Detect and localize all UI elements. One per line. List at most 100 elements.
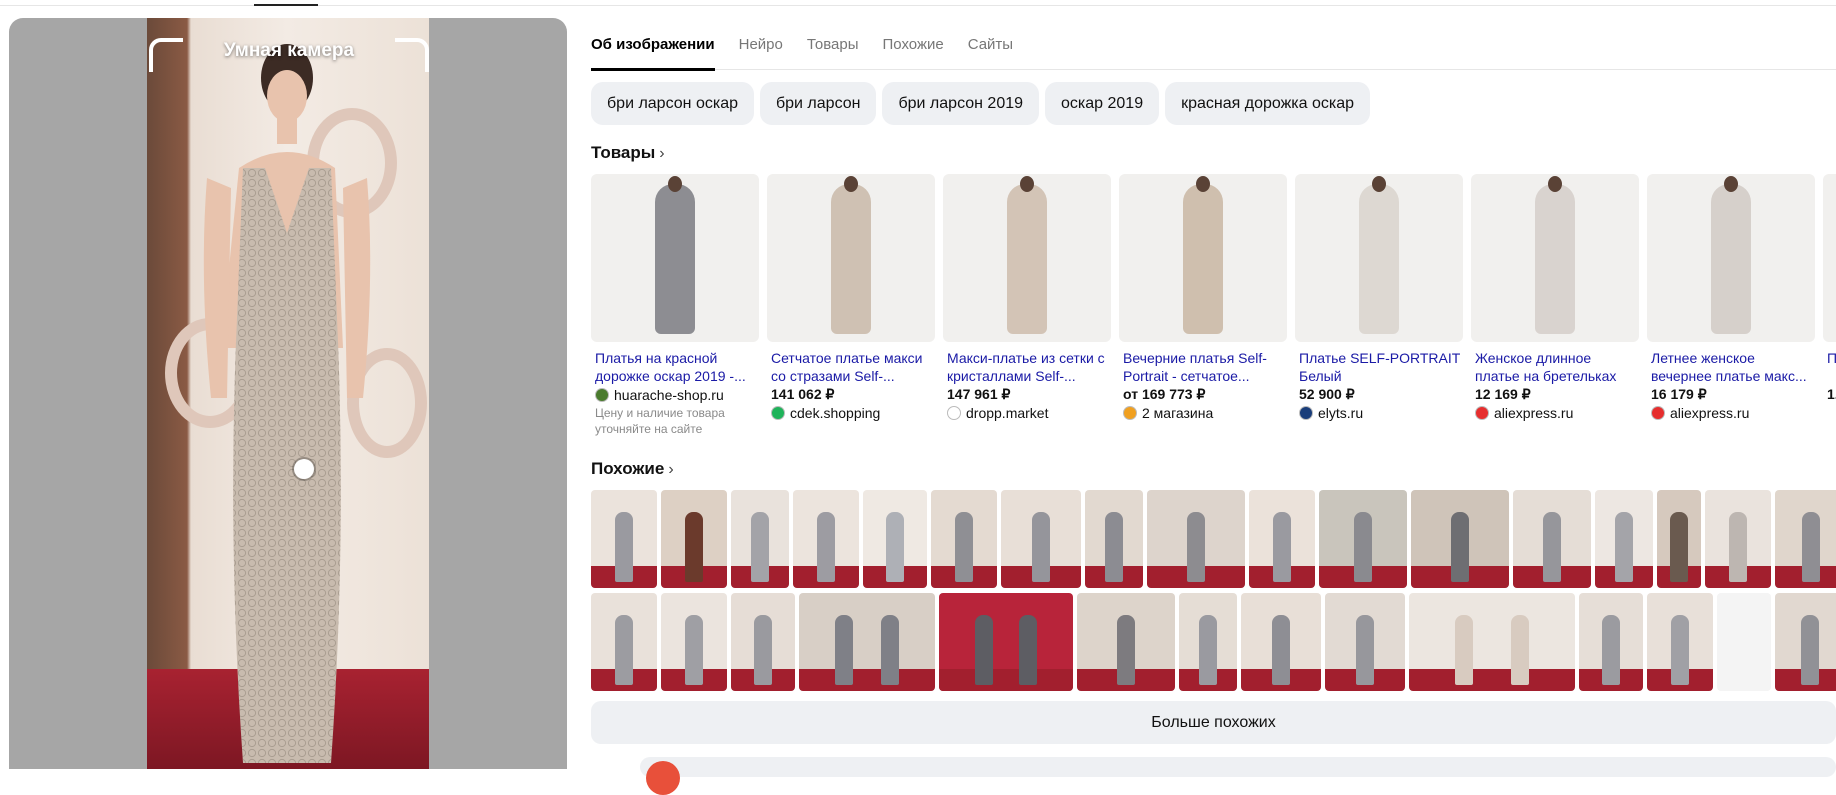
product-card[interactable]: П... п...1...	[1823, 174, 1836, 448]
product-name[interactable]: Платье SELF-PORTRAIT Белый	[1295, 349, 1463, 385]
product-shop[interactable]: huarache-shop.ru	[591, 385, 759, 405]
tab-about-image[interactable]: Об изображении	[591, 30, 727, 71]
image-viewer[interactable]: Умная камера	[9, 18, 567, 769]
product-model-head	[1724, 176, 1738, 192]
similar-image[interactable]	[1179, 593, 1237, 691]
product-name[interactable]: П... п...	[1823, 349, 1836, 385]
similar-image[interactable]	[1077, 593, 1175, 691]
product-dress-shape	[1359, 184, 1399, 334]
similar-image[interactable]	[1409, 593, 1575, 691]
similar-image-figure	[1117, 614, 1135, 686]
similar-image-figure	[835, 614, 854, 686]
product-card[interactable]: Платья на красной дорожке оскар 2019 -..…	[591, 174, 759, 448]
tab-similar[interactable]: Похожие	[882, 30, 955, 70]
product-image[interactable]	[1119, 174, 1287, 342]
product-card[interactable]: Летнее женское вечернее платье макс... 16…	[1647, 174, 1815, 448]
product-shop[interactable]: aliexpress.ru	[1471, 403, 1639, 423]
product-card[interactable]: Макси-платье из сетки с кристаллами Self…	[943, 174, 1111, 448]
tab-sites[interactable]: Сайты	[968, 30, 1025, 70]
tab-neuro[interactable]: Нейро	[739, 30, 795, 70]
similar-image-figure	[754, 614, 772, 686]
similar-image[interactable]	[931, 490, 997, 588]
product-image[interactable]	[1823, 174, 1836, 342]
similar-image[interactable]	[1001, 490, 1081, 588]
query-chip[interactable]: оскар 2019	[1045, 82, 1160, 125]
product-name[interactable]: Летнее женское вечернее платье макс...	[1647, 349, 1815, 385]
query-chip[interactable]: бри ларсон 2019	[882, 82, 1040, 125]
product-dress-shape	[1535, 184, 1575, 334]
product-name[interactable]: Сетчатое платье макси со стразами Self-.…	[767, 349, 935, 385]
similar-images-grid	[591, 490, 1836, 692]
similar-image[interactable]	[1325, 593, 1405, 691]
similar-image[interactable]	[1085, 490, 1143, 588]
similar-image[interactable]	[1657, 490, 1701, 588]
product-image[interactable]	[943, 174, 1111, 342]
similar-image[interactable]	[1579, 593, 1643, 691]
similar-image[interactable]	[1411, 490, 1509, 588]
similar-section-title[interactable]: Похожие ›	[591, 459, 674, 479]
product-shop[interactable]: 2 магазина	[1119, 403, 1287, 423]
similar-image[interactable]	[1249, 490, 1315, 588]
product-shop[interactable]: aliexpress.ru	[1647, 403, 1815, 423]
similar-image[interactable]	[731, 593, 795, 691]
smart-camera-title: Умная камера	[223, 40, 355, 61]
similar-section-label: Похожие	[591, 459, 665, 478]
tab-products[interactable]: Товары	[807, 30, 871, 70]
product-card[interactable]: Вечерние платья Self-Portrait - сетчатое…	[1119, 174, 1287, 448]
product-shop[interactable]: dropp.market	[943, 403, 1111, 423]
product-image[interactable]	[1647, 174, 1815, 342]
similar-image[interactable]	[591, 593, 657, 691]
shop-name: dropp.market	[966, 405, 1049, 421]
object-hotspot[interactable]	[294, 459, 314, 479]
similar-image[interactable]	[1319, 490, 1407, 588]
product-shop[interactable]: elyts.ru	[1295, 403, 1463, 423]
similar-image[interactable]	[1147, 490, 1245, 588]
similar-image[interactable]	[1717, 593, 1771, 691]
similar-image[interactable]	[863, 490, 927, 588]
product-image[interactable]	[1471, 174, 1639, 342]
query-chip[interactable]: бри ларсон оскар	[591, 82, 754, 125]
similar-image[interactable]	[1647, 593, 1713, 691]
product-name[interactable]: Макси-платье из сетки с кристаллами Self…	[943, 349, 1111, 385]
crop-frame[interactable]	[149, 26, 429, 769]
more-similar-button[interactable]: Больше похожих	[591, 701, 1836, 744]
similar-image-figure	[1105, 511, 1123, 583]
shop-name: elyts.ru	[1318, 405, 1364, 421]
similar-image[interactable]	[1705, 490, 1771, 588]
similar-image[interactable]	[591, 490, 657, 588]
query-chip[interactable]: красная дорожка оскар	[1165, 82, 1371, 125]
product-card[interactable]: Сетчатое платье макси со стразами Self-.…	[767, 174, 935, 448]
product-image[interactable]	[591, 174, 759, 342]
similar-image-figure	[1019, 614, 1038, 686]
similar-image-figure	[880, 614, 899, 686]
similar-image[interactable]	[1595, 490, 1653, 588]
similar-image[interactable]	[1241, 593, 1321, 691]
similar-image[interactable]	[793, 490, 859, 588]
product-price: 52 900 ₽	[1299, 386, 1355, 402]
products-section-title[interactable]: Товары ›	[591, 143, 665, 163]
similar-image[interactable]	[1775, 490, 1836, 588]
chevron-right-icon: ›	[659, 145, 665, 162]
product-card[interactable]: Платье SELF-PORTRAIT Белый 52 900 ₽ elyts.…	[1295, 174, 1463, 448]
active-indicator	[254, 4, 318, 6]
product-name[interactable]: Платья на красной дорожке оскар 2019 -..…	[591, 349, 759, 385]
result-tabs: Об изображении Нейро Товары Похожие Сайт…	[591, 30, 1836, 71]
similar-image[interactable]	[661, 593, 727, 691]
query-chip[interactable]: бри ларсон	[759, 82, 877, 125]
similar-image[interactable]	[661, 490, 727, 588]
similar-image[interactable]	[1513, 490, 1591, 588]
similar-image-carpet	[799, 669, 935, 691]
similar-image[interactable]	[799, 593, 935, 691]
products-section-label: Товары	[591, 143, 656, 162]
similar-image[interactable]	[939, 593, 1073, 691]
similar-image[interactable]	[1775, 593, 1836, 691]
similar-image-figure	[1671, 614, 1689, 686]
similar-image-figure	[615, 614, 633, 686]
product-name[interactable]: Вечерние платья Self-Portrait - сетчатое…	[1119, 349, 1287, 385]
product-card[interactable]: Женское длинное платье на бретельках 12 1…	[1471, 174, 1639, 448]
product-name[interactable]: Женское длинное платье на бретельках	[1471, 349, 1639, 385]
product-shop[interactable]: cdek.shopping	[767, 403, 935, 423]
product-image[interactable]	[767, 174, 935, 342]
product-image[interactable]	[1295, 174, 1463, 342]
similar-image[interactable]	[731, 490, 789, 588]
